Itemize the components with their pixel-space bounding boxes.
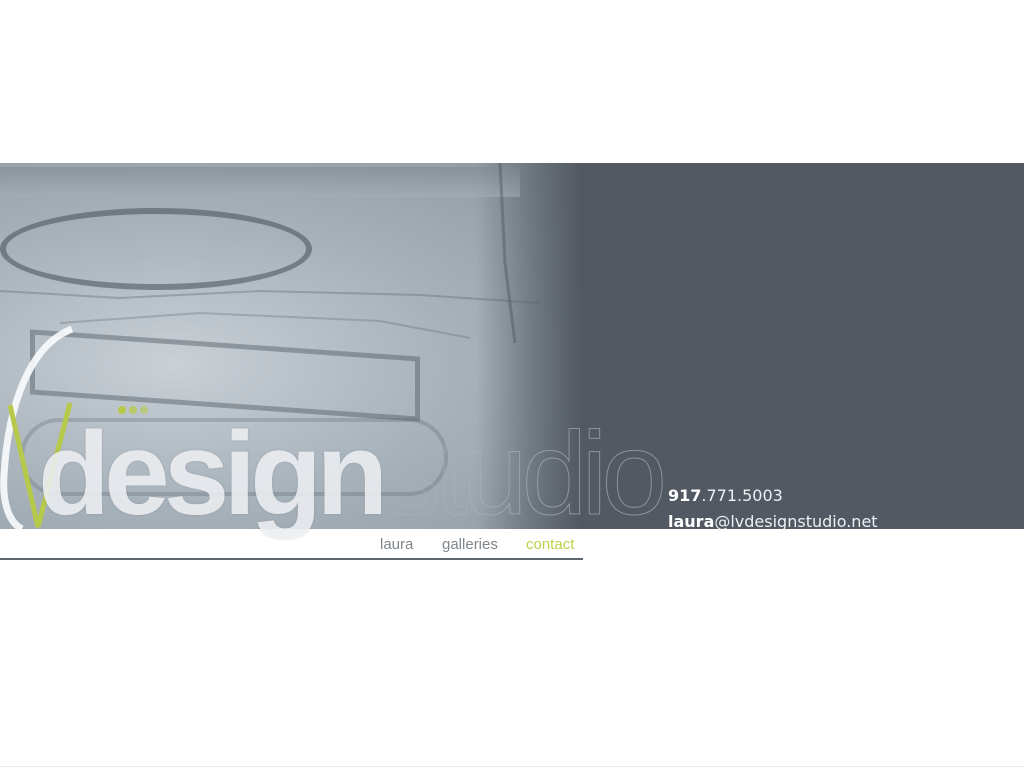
email-link[interactable]: laura@lvdesignstudio.net — [668, 509, 878, 529]
logo-word-design: design — [38, 408, 388, 540]
nav-link-galleries[interactable]: galleries — [442, 536, 498, 553]
logo-letter-l: l — [0, 325, 1, 326]
nav-underline — [0, 558, 583, 560]
logo-letter-v: V — [0, 325, 1, 326]
nav-link-laura[interactable]: laura — [380, 536, 413, 553]
logo-word-studio: studio — [382, 408, 668, 540]
phone-number[interactable]: 917.771.5003 — [668, 483, 878, 509]
page-bottom-line — [0, 766, 1024, 767]
nav-link-contact[interactable]: contact — [526, 536, 574, 553]
logo-wordmark: designstudio — [38, 415, 668, 534]
contact-info: 917.771.5003 laura@lvdesignstudio.net — [668, 483, 878, 529]
